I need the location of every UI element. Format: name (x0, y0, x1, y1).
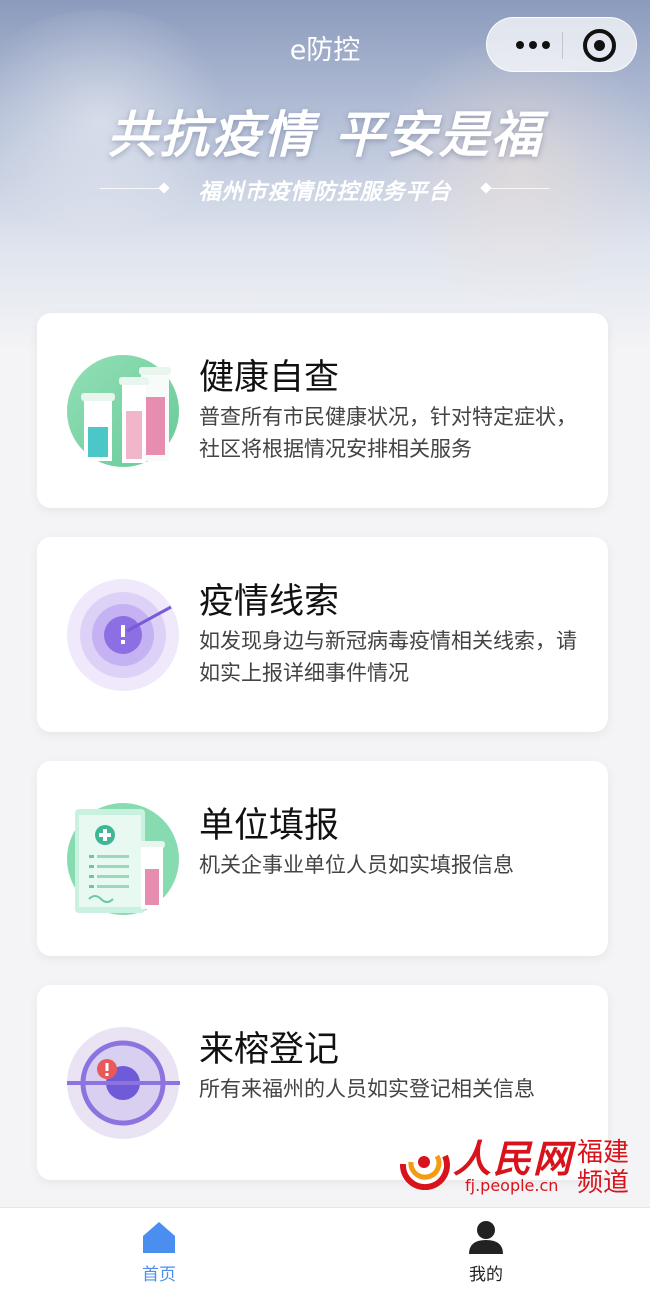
more-icon[interactable] (509, 31, 557, 59)
card-title: 疫情线索 (199, 582, 340, 622)
hero-subtitle-row: 福州市疫情防控服务平台 (100, 174, 550, 205)
divider (490, 188, 550, 189)
user-icon (469, 1221, 503, 1254)
card-description: 所有来福州的人员如实登记相关信息 (199, 1077, 535, 1101)
card-description: 普查所有市民健康状况，针对特定症状，社区将根据情况安排相关服务 (199, 405, 577, 461)
people-logo-icon (397, 1134, 451, 1190)
watermark-channel: 频道 (577, 1168, 630, 1198)
home-icon (143, 1222, 175, 1253)
close-target-icon[interactable] (583, 29, 616, 62)
card-description: 如发现身边与新冠病毒疫情相关线索，请如实上报详细事件情况 (199, 629, 577, 685)
mini-program-capsule (486, 17, 637, 72)
card-health-check[interactable]: 健康自查 普查所有市民健康状况，针对特定症状，社区将根据情况安排相关服务 (37, 313, 608, 508)
people-daily-watermark: 人民网 fj.people.cn 福建 频道 (395, 1128, 640, 1198)
card-title: 来榕登记 (199, 1030, 340, 1070)
tab-home[interactable]: 首页 (79, 1208, 239, 1310)
watermark-url: fj.people.cn (465, 1176, 559, 1195)
card-title: 单位填报 (199, 806, 340, 846)
tab-profile[interactable]: 我的 (406, 1208, 566, 1310)
card-description: 机关企事业单位人员如实填报信息 (199, 853, 514, 877)
watermark-brand: 人民网 (453, 1137, 574, 1181)
hero-decoration (370, 40, 650, 300)
hero-slogan: 共抗疫情 平安是福 (107, 106, 543, 164)
tab-bar: 首页 我的 (0, 1207, 650, 1310)
card-unit-report[interactable]: 单位填报 机关企事业单位人员如实填报信息 (37, 761, 608, 956)
divider (562, 32, 563, 59)
medical-form-icon (67, 803, 179, 915)
target-alert-icon (67, 1027, 180, 1139)
card-epidemic-clue[interactable]: 疫情线索 如发现身边与新冠病毒疫情相关线索，请如实上报详细事件情况 (37, 537, 608, 732)
test-tubes-icon (67, 355, 179, 467)
radar-alert-icon (67, 579, 179, 691)
card-title: 健康自查 (199, 358, 340, 398)
tab-label: 我的 (469, 1265, 503, 1285)
tab-label: 首页 (142, 1265, 176, 1285)
